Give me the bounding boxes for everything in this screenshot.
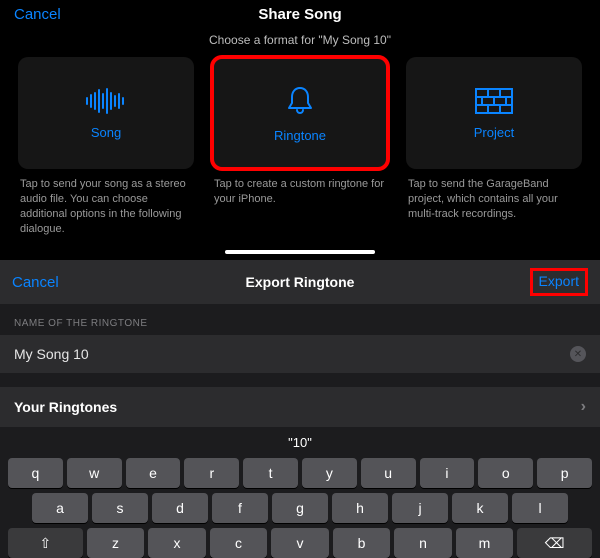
song-label: Song (91, 125, 121, 140)
key-q[interactable]: q (8, 458, 63, 488)
ringtone-name-field[interactable]: My Song 10 ✕ (0, 335, 600, 373)
format-cards: Song Tap to send your song as a stereo a… (0, 57, 600, 236)
key-f[interactable]: f (212, 493, 268, 523)
share-song-screen: Cancel Share Song Choose a format for "M… (0, 0, 600, 254)
project-desc: Tap to send the GarageBand project, whic… (406, 169, 582, 222)
your-ringtones-row[interactable]: Your Ringtones › (0, 387, 600, 427)
ringtone-desc: Tap to create a custom ringtone for your… (212, 169, 388, 207)
key-p[interactable]: p (537, 458, 592, 488)
share-subtitle: Choose a format for "My Song 10" (0, 25, 600, 57)
key-w[interactable]: w (67, 458, 122, 488)
key-b[interactable]: b (333, 528, 391, 558)
key-z[interactable]: z (87, 528, 145, 558)
song-card[interactable]: Song (18, 57, 194, 169)
song-desc: Tap to send your song as a stereo audio … (18, 169, 194, 236)
key-m[interactable]: m (456, 528, 514, 558)
key-y[interactable]: y (302, 458, 357, 488)
name-section-label: NAME OF THE RINGTONE (0, 304, 600, 335)
key-x[interactable]: x (148, 528, 206, 558)
key-g[interactable]: g (272, 493, 328, 523)
ringtone-card[interactable]: Ringtone (212, 57, 388, 169)
export-ringtone-screen: Cancel Export Ringtone Export NAME OF TH… (0, 260, 600, 558)
key-v[interactable]: v (271, 528, 329, 558)
key-c[interactable]: c (210, 528, 268, 558)
key-s[interactable]: s (92, 493, 148, 523)
key-r[interactable]: r (184, 458, 239, 488)
shift-key[interactable]: ⇧ (8, 528, 83, 558)
key-k[interactable]: k (452, 493, 508, 523)
bricks-icon (474, 87, 514, 115)
ringtone-name-value: My Song 10 (14, 346, 89, 362)
key-o[interactable]: o (478, 458, 533, 488)
your-ringtones-label: Your Ringtones (14, 399, 117, 415)
key-j[interactable]: j (392, 493, 448, 523)
project-label: Project (474, 125, 514, 140)
export-title: Export Ringtone (0, 274, 600, 290)
share-nav: Cancel Share Song (0, 0, 600, 25)
ringtone-label: Ringtone (274, 128, 326, 143)
key-i[interactable]: i (420, 458, 475, 488)
waveform-icon (83, 87, 129, 115)
bell-icon (283, 84, 317, 118)
export-button[interactable]: Export (535, 271, 583, 291)
export-highlight: Export (530, 268, 588, 296)
export-nav: Cancel Export Ringtone Export (0, 260, 600, 304)
key-n[interactable]: n (394, 528, 452, 558)
share-title: Share Song (0, 6, 600, 23)
key-h[interactable]: h (332, 493, 388, 523)
key-t[interactable]: t (243, 458, 298, 488)
project-card[interactable]: Project (406, 57, 582, 169)
chevron-right-icon: › (581, 398, 586, 416)
key-row-1: qwertyuiop (4, 458, 596, 493)
key-e[interactable]: e (126, 458, 181, 488)
clear-icon[interactable]: ✕ (570, 346, 586, 362)
key-row-3: ⇧zxcvbnm⌫ (4, 528, 596, 558)
key-l[interactable]: l (512, 493, 568, 523)
key-d[interactable]: d (152, 493, 208, 523)
key-row-2: asdfghjkl (4, 493, 596, 528)
keyboard: "10" qwertyuiop asdfghjkl ⇧zxcvbnm⌫ 123 … (0, 427, 600, 558)
backspace-key[interactable]: ⌫ (517, 528, 592, 558)
cancel-button-2[interactable]: Cancel (12, 274, 59, 291)
prediction-bar[interactable]: "10" (4, 431, 596, 458)
key-u[interactable]: u (361, 458, 416, 488)
home-indicator[interactable] (225, 250, 375, 254)
key-a[interactable]: a (32, 493, 88, 523)
cancel-button[interactable]: Cancel (14, 6, 61, 23)
